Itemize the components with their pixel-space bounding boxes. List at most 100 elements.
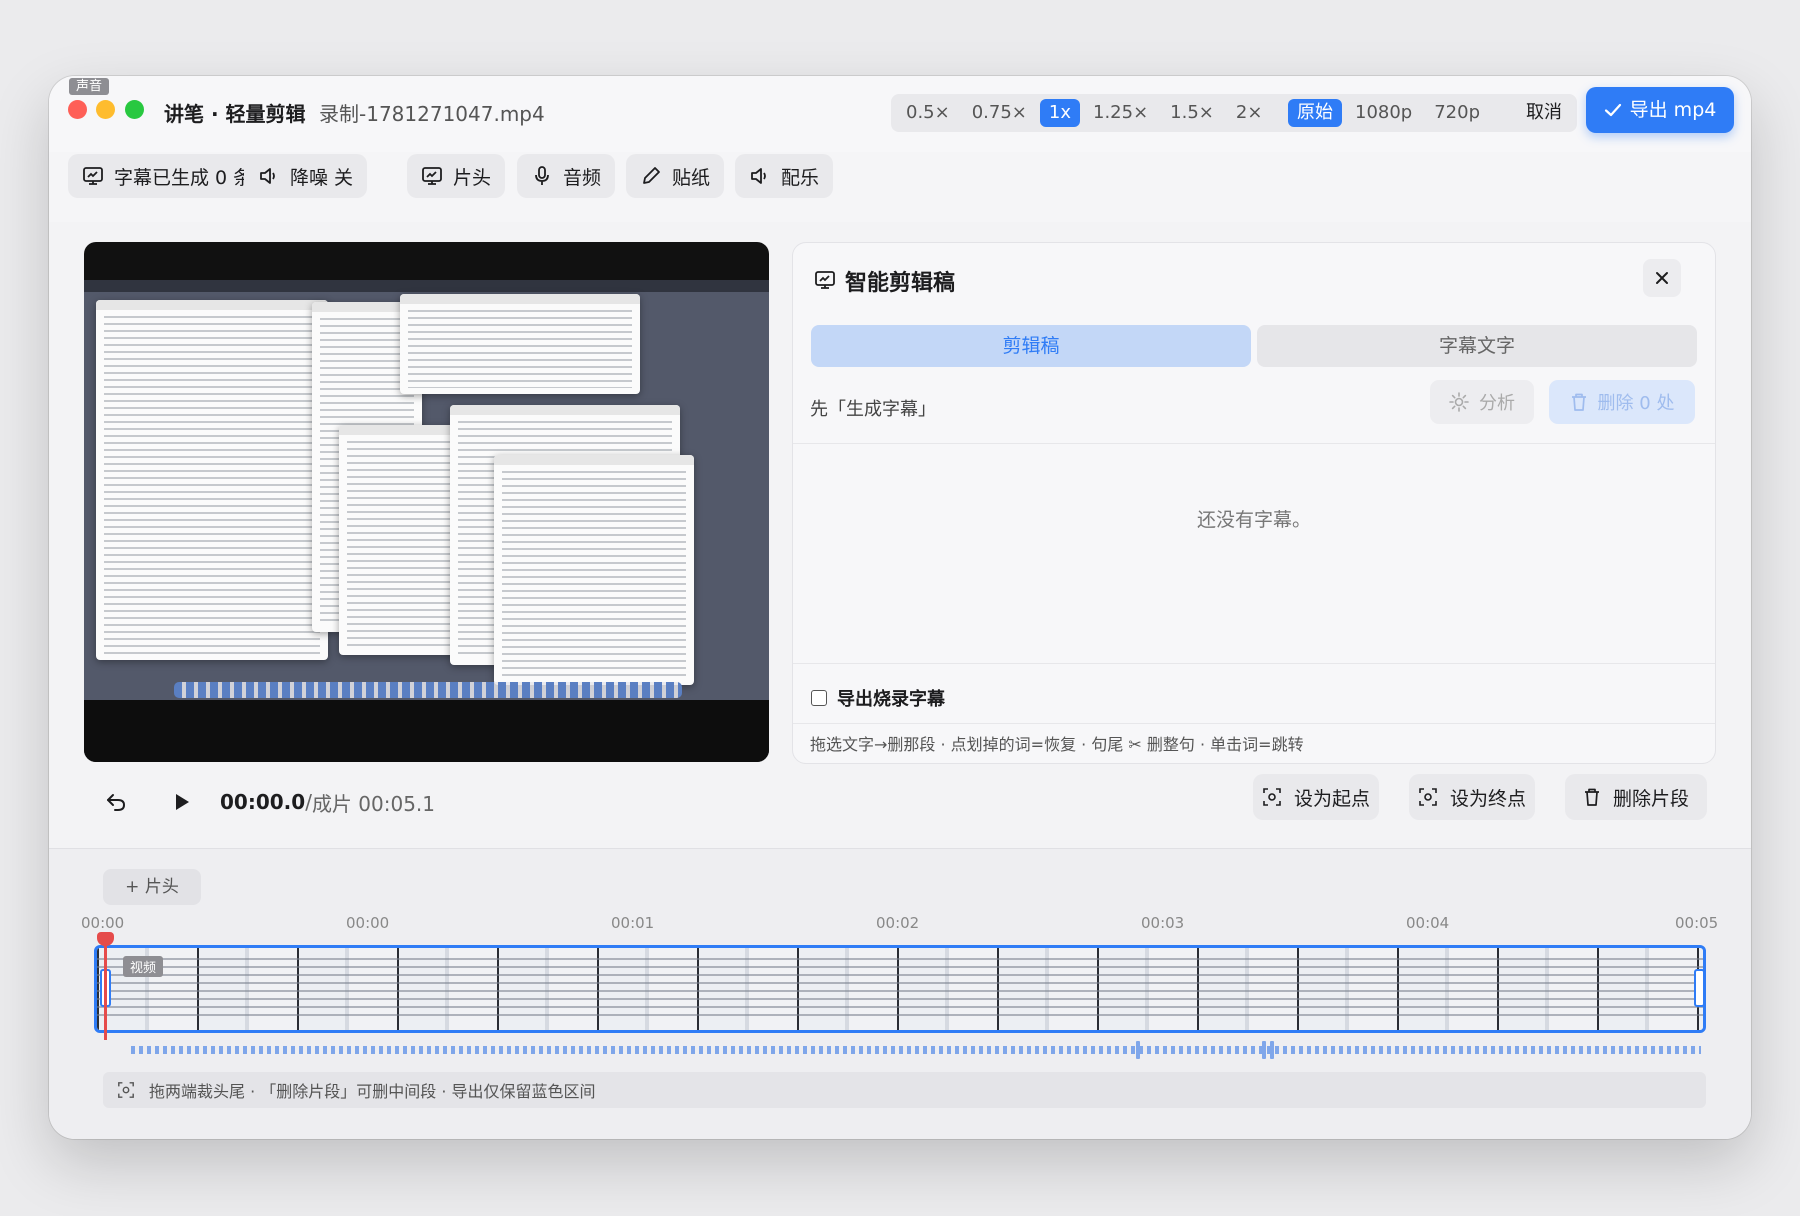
panel-tabs: 剪辑稿 字幕文字	[811, 325, 1697, 367]
delete-marked-button[interactable]: 删除 0 处	[1549, 380, 1695, 424]
sun-icon	[1449, 392, 1469, 412]
microphone-icon	[535, 166, 549, 185]
empty-state: 还没有字幕。	[1196, 509, 1311, 531]
video-track[interactable]	[94, 945, 1706, 1033]
video-letterbox	[84, 700, 769, 762]
play-icon	[176, 794, 189, 810]
add-intro-button[interactable]: + 片头	[103, 869, 201, 905]
speed-option-1x[interactable]: 1x	[1039, 99, 1080, 127]
file-name: 录制-1781271047.mp4	[319, 102, 545, 126]
speed-option-1-25x[interactable]: 1.25×	[1084, 99, 1157, 127]
app-window: 声音 讲笔 · 轻量剪辑 录制-1781271047.mp4 0.5× 0.75…	[49, 76, 1751, 1139]
timeline-tick: 00:04	[1406, 914, 1450, 932]
burn-subtitles-label: 导出烧录字幕	[837, 689, 945, 710]
focus-icon	[118, 1082, 134, 1098]
timeline-tick: 00:01	[611, 914, 655, 932]
play-button[interactable]	[164, 784, 200, 820]
current-time: 00:00.0	[220, 790, 306, 814]
audio-waveform	[131, 1046, 1701, 1054]
zoom-window-button[interactable]	[125, 100, 144, 119]
checkmark-icon	[1604, 103, 1621, 117]
subtitles-button[interactable]: 字幕已生成 0 条	[68, 154, 267, 198]
speed-option-2x[interactable]: 2×	[1227, 99, 1272, 127]
video-preview[interactable]	[84, 242, 769, 762]
divider	[793, 443, 1715, 444]
burn-subtitles-checkbox[interactable]	[811, 690, 827, 706]
resolution-option-original[interactable]: 原始	[1288, 99, 1342, 127]
presentation-icon	[83, 167, 103, 185]
undo-button[interactable]	[98, 784, 134, 820]
audio-button[interactable]: 音频	[517, 154, 616, 198]
sticker-label: 贴纸	[672, 166, 711, 189]
close-window-button[interactable]	[68, 100, 87, 119]
timeline-tick: 00:00	[81, 914, 125, 932]
waveform-peak	[1262, 1041, 1266, 1059]
set-start-label: 设为起点	[1293, 787, 1370, 810]
divider	[793, 663, 1715, 664]
total-duration: 成片 00:05.1	[311, 791, 436, 816]
playback-controls: 00:00.0 / 成片 00:05.1	[98, 782, 435, 822]
timeline-tick: 00:02	[876, 914, 920, 932]
undo-icon	[107, 794, 126, 811]
music-button[interactable]: 配乐	[735, 154, 834, 198]
speaker-icon	[260, 168, 275, 184]
close-icon	[1656, 272, 1668, 284]
speed-selector: 0.5× 0.75× 1x 1.25× 1.5× 2×	[891, 94, 1323, 132]
trash-icon	[1571, 393, 1586, 411]
tab-subtitle-text[interactable]: 字幕文字	[1257, 325, 1697, 367]
sticker-button[interactable]: 贴纸	[626, 154, 725, 198]
recorded-window	[96, 300, 328, 660]
waveform-peak	[1136, 1041, 1140, 1059]
speed-option-0-75x[interactable]: 0.75×	[963, 99, 1036, 127]
waveform-peak	[1270, 1041, 1274, 1059]
presentation-icon	[422, 167, 442, 185]
video-track-label: 视频	[123, 956, 164, 977]
subtitles-label: 字幕已生成 0 条	[114, 166, 253, 189]
delete-marked-label: 删除 0 处	[1597, 393, 1675, 414]
panel-title: 智能剪辑稿	[845, 271, 956, 296]
recorded-window	[494, 455, 694, 685]
export-mp4-label: 导出 mp4	[1629, 99, 1717, 121]
export-mp4-button[interactable]: 导出 mp4	[1586, 87, 1734, 133]
focus-icon	[1419, 788, 1437, 806]
music-label: 配乐	[781, 166, 820, 189]
thumbnail-content	[97, 958, 1703, 1020]
recorded-window	[400, 294, 640, 394]
panel-close-button[interactable]	[1643, 259, 1681, 297]
title-bar: 声音 讲笔 · 轻量剪辑 录制-1781271047.mp4 0.5× 0.75…	[49, 76, 1751, 152]
timeline-hint: 拖两端裁头尾 · 「删除片段」可删中间段 · 导出仅保留蓝色区间	[103, 1072, 1706, 1108]
video-frame	[84, 280, 769, 700]
pencil-icon	[643, 167, 660, 184]
intro-button[interactable]: 片头	[407, 154, 506, 198]
edit-help-text: 拖选文字→删那段 · 点划掉的词=恢复 · 句尾 ✂ 删整句 · 单击词=跳转	[810, 735, 1304, 754]
speaker-icon	[751, 168, 766, 184]
focus-icon	[1263, 788, 1281, 806]
divider	[793, 723, 1715, 724]
timeline-tick: 00:03	[1141, 914, 1185, 932]
smart-edit-panel: 智能剪辑稿 剪辑稿 字幕文字 先「生成字幕」 分析 删除 0 处 还没有字幕。 …	[792, 242, 1716, 764]
resolution-option-720p[interactable]: 720p	[1425, 99, 1489, 127]
minimize-window-button[interactable]	[96, 100, 115, 119]
tab-edit-script[interactable]: 剪辑稿	[811, 325, 1251, 367]
analyze-button[interactable]: 分析	[1430, 380, 1534, 424]
speed-option-0-5x[interactable]: 0.5×	[897, 99, 959, 127]
generate-subtitles-hint: 先「生成字幕」	[810, 399, 936, 420]
set-end-label: 设为终点	[1449, 787, 1526, 810]
timeline-hint-text: 拖两端裁头尾 · 「删除片段」可删中间段 · 导出仅保留蓝色区间	[149, 1082, 596, 1101]
speed-option-1-5x[interactable]: 1.5×	[1161, 99, 1223, 127]
app-title: 讲笔 · 轻量剪辑	[164, 102, 306, 126]
timeline-tick: 00:05	[1675, 914, 1719, 932]
presentation-icon	[815, 271, 835, 289]
analyze-label: 分析	[1479, 393, 1515, 414]
trim-end-handle[interactable]	[1694, 969, 1705, 1007]
recorded-dock	[174, 682, 682, 698]
resolution-option-1080p[interactable]: 1080p	[1346, 99, 1421, 127]
denoise-button[interactable]: 降噪 关	[244, 154, 368, 198]
timeline-tick: 00:00	[346, 914, 390, 932]
playhead[interactable]	[104, 936, 107, 1040]
set-start-button[interactable]: 设为起点	[1253, 774, 1379, 820]
set-end-button[interactable]: 设为终点	[1409, 774, 1535, 820]
cancel-button[interactable]: 取消	[1511, 94, 1577, 132]
denoise-label: 降噪 关	[290, 166, 354, 189]
delete-segment-button[interactable]: 删除片段	[1565, 774, 1707, 820]
